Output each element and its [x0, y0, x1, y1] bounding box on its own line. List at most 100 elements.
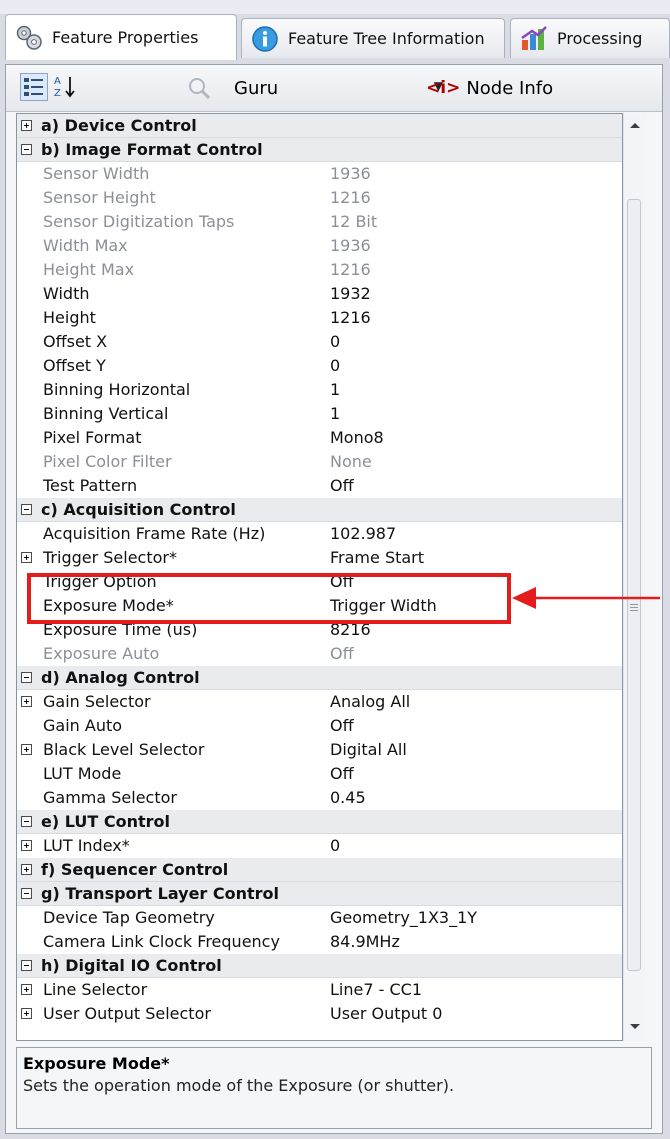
- property-row[interactable]: Height Max 1216: [17, 258, 622, 282]
- description-pane: Exposure Mode* Sets the operation mode o…: [16, 1047, 652, 1129]
- property-row[interactable]: Gain Auto Off: [17, 714, 622, 738]
- property-row[interactable]: Sensor Digitization Taps 12 Bit: [17, 210, 622, 234]
- property-row[interactable]: Test Pattern Off: [17, 474, 622, 498]
- property-row[interactable]: Width 1932: [17, 282, 622, 306]
- tab-processing[interactable]: Processing: [510, 18, 670, 58]
- property-name: Gamma Selector: [43, 788, 177, 807]
- property-row[interactable]: Device Tap Geometry Geometry_1X3_1Y: [17, 906, 622, 930]
- property-value: 1216: [330, 260, 371, 279]
- property-row[interactable]: Trigger Selector* Frame Start: [17, 546, 622, 570]
- property-row[interactable]: Binning Vertical 1: [17, 402, 622, 426]
- expand-icon[interactable]: [21, 864, 32, 875]
- property-row[interactable]: Exposure Auto Off: [17, 642, 622, 666]
- property-value[interactable]: Mono8: [330, 428, 384, 447]
- property-name: Line Selector: [43, 980, 148, 999]
- scroll-up-icon: [630, 123, 640, 128]
- property-value: 12 Bit: [330, 212, 378, 231]
- category-label: f) Sequencer Control: [41, 860, 229, 879]
- category-row[interactable]: e) LUT Control: [17, 810, 622, 834]
- property-row[interactable]: Binning Horizontal 1: [17, 378, 622, 402]
- category-row[interactable]: a) Device Control: [17, 114, 622, 138]
- window-top-strip: [0, 0, 670, 14]
- collapse-icon[interactable]: [21, 816, 32, 827]
- property-row[interactable]: Acquisition Frame Rate (Hz) 102.987: [17, 522, 622, 546]
- property-value[interactable]: Off: [330, 716, 354, 735]
- property-value[interactable]: 1: [330, 404, 340, 423]
- tab-feature-tree-information[interactable]: Feature Tree Information: [241, 18, 505, 58]
- property-row[interactable]: Sensor Width 1936: [17, 162, 622, 186]
- property-value[interactable]: 0.45: [330, 788, 366, 807]
- property-name: Sensor Width: [43, 164, 150, 183]
- property-row[interactable]: LUT Index* 0: [17, 834, 622, 858]
- property-value[interactable]: 1: [330, 380, 340, 399]
- property-name: User Output Selector: [43, 1004, 211, 1023]
- property-row[interactable]: Sensor Height 1216: [17, 186, 622, 210]
- node-info-button[interactable]: <i> Node Info: [426, 76, 553, 100]
- expand-icon[interactable]: [21, 1008, 32, 1019]
- expand-icon[interactable]: [21, 120, 32, 131]
- property-value[interactable]: Off: [330, 476, 354, 495]
- property-name: Gain Selector: [43, 692, 151, 711]
- expand-icon[interactable]: [21, 840, 32, 851]
- property-value[interactable]: Analog All: [330, 692, 410, 711]
- property-row[interactable]: Camera Link Clock Frequency 84.9MHz: [17, 930, 622, 954]
- property-value[interactable]: 1216: [330, 308, 371, 327]
- property-row[interactable]: LUT Mode Off: [17, 762, 622, 786]
- property-name: LUT Mode: [43, 764, 122, 783]
- property-row[interactable]: Black Level Selector Digital All: [17, 738, 622, 762]
- property-value[interactable]: Geometry_1X3_1Y: [330, 908, 477, 927]
- category-row[interactable]: g) Transport Layer Control: [17, 882, 622, 906]
- collapse-icon[interactable]: [21, 888, 32, 899]
- property-value[interactable]: 0: [330, 836, 340, 855]
- property-value[interactable]: 84.9MHz: [330, 932, 400, 951]
- property-name: Sensor Digitization Taps: [43, 212, 235, 231]
- property-row[interactable]: Offset X 0: [17, 330, 622, 354]
- property-name: Device Tap Geometry: [43, 908, 215, 927]
- property-row[interactable]: Pixel Color Filter None: [17, 450, 622, 474]
- property-value[interactable]: 1932: [330, 284, 371, 303]
- property-value[interactable]: 0: [330, 356, 340, 375]
- search-button[interactable]: [186, 75, 212, 101]
- alphabetical-sort-button[interactable]: A Z: [52, 73, 80, 101]
- property-value[interactable]: 0: [330, 332, 340, 351]
- category-row[interactable]: b) Image Format Control: [17, 138, 622, 162]
- collapse-icon[interactable]: [21, 672, 32, 683]
- expand-icon[interactable]: [21, 552, 32, 563]
- property-value[interactable]: Line7 - CC1: [330, 980, 422, 999]
- property-value[interactable]: Off: [330, 764, 354, 783]
- property-name: Pixel Color Filter: [43, 452, 172, 471]
- category-row[interactable]: d) Analog Control: [17, 666, 622, 690]
- property-value: 1936: [330, 164, 371, 183]
- property-row[interactable]: Height 1216: [17, 306, 622, 330]
- property-name: Offset Y: [43, 356, 106, 375]
- property-value[interactable]: 102.987: [330, 524, 396, 543]
- property-value[interactable]: Digital All: [330, 740, 407, 759]
- property-row[interactable]: User Output Selector User Output 0: [17, 1002, 622, 1026]
- description-text: Sets the operation mode of the Exposure …: [23, 1076, 455, 1095]
- expand-icon[interactable]: [21, 744, 32, 755]
- property-row[interactable]: Line Selector Line7 - CC1: [17, 978, 622, 1002]
- expand-icon[interactable]: [21, 984, 32, 995]
- collapse-icon[interactable]: [21, 504, 32, 515]
- property-row[interactable]: Gamma Selector 0.45: [17, 786, 622, 810]
- property-row[interactable]: Pixel Format Mono8: [17, 426, 622, 450]
- property-row[interactable]: Gain Selector Analog All: [17, 690, 622, 714]
- property-name: Width: [43, 284, 90, 303]
- expand-icon[interactable]: [21, 696, 32, 707]
- category-row[interactable]: h) Digital IO Control: [17, 954, 622, 978]
- category-row[interactable]: c) Acquisition Control: [17, 498, 622, 522]
- category-row[interactable]: f) Sequencer Control: [17, 858, 622, 882]
- collapse-icon[interactable]: [21, 960, 32, 971]
- tab-bar: Feature Properties Feature Tree Informat…: [5, 14, 670, 66]
- property-value[interactable]: Frame Start: [330, 548, 424, 567]
- collapse-icon[interactable]: [21, 144, 32, 155]
- vertical-scrollbar[interactable]: [623, 113, 645, 1041]
- tab-feature-properties[interactable]: Feature Properties: [5, 14, 237, 60]
- property-row[interactable]: Width Max 1936: [17, 234, 622, 258]
- visibility-dropdown[interactable]: Guru ▼: [234, 73, 443, 103]
- categorized-view-button[interactable]: [20, 73, 48, 101]
- property-name: Width Max: [43, 236, 128, 255]
- property-value[interactable]: User Output 0: [330, 1004, 442, 1023]
- property-row[interactable]: Offset Y 0: [17, 354, 622, 378]
- property-name: Gain Auto: [43, 716, 123, 735]
